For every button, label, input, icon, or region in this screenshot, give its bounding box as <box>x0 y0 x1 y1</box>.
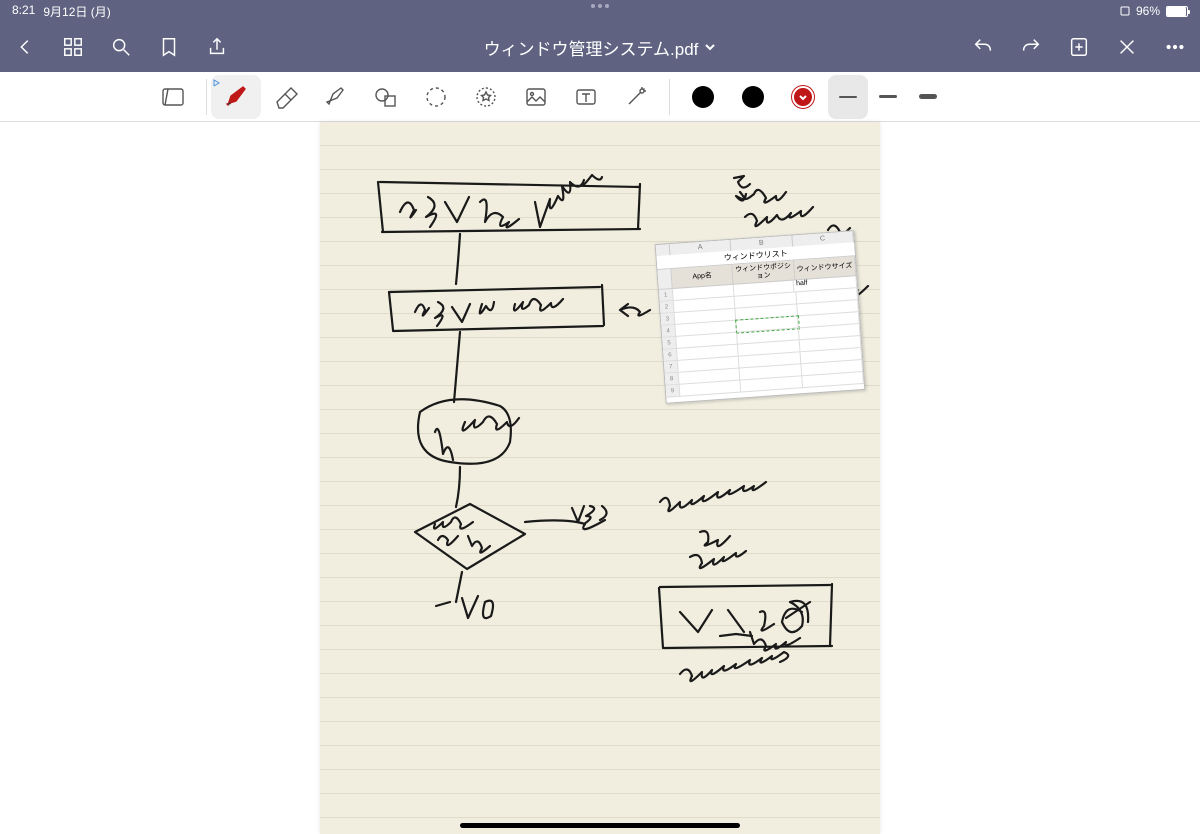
canvas-area[interactable]: A B C ウィンドウリスト App名 ウィンドウポジション ウィンドウサイズ … <box>0 122 1200 834</box>
image-tool[interactable] <box>511 75 561 119</box>
stroke-width-thick[interactable] <box>908 75 948 119</box>
close-button[interactable] <box>1116 36 1138 58</box>
document-title[interactable]: ウィンドウ管理システム.pdf <box>484 35 717 60</box>
handwriting-layer <box>320 122 880 834</box>
multitask-dots[interactable] <box>591 4 609 8</box>
share-button[interactable] <box>206 36 228 58</box>
color-3-selected[interactable] <box>778 75 828 119</box>
status-time: 8:21 <box>12 3 35 20</box>
more-button[interactable] <box>1164 36 1186 58</box>
page[interactable]: A B C ウィンドウリスト App名 ウィンドウポジション ウィンドウサイズ … <box>320 122 880 834</box>
orientation-lock-icon <box>1120 6 1130 16</box>
highlighter-tool[interactable] <box>311 75 361 119</box>
color-2[interactable] <box>728 75 778 119</box>
back-button[interactable] <box>14 36 36 58</box>
battery-percent: 96% <box>1136 4 1160 18</box>
home-indicator[interactable] <box>460 823 740 828</box>
add-page-button[interactable] <box>1068 36 1090 58</box>
bookmark-button[interactable] <box>158 36 180 58</box>
status-bar: 8:21 9月12日 (月) 96% <box>0 0 1200 22</box>
laser-tool[interactable] <box>611 75 661 119</box>
redo-button[interactable] <box>1020 36 1042 58</box>
color-1[interactable] <box>678 75 728 119</box>
status-date: 9月12日 (月) <box>43 3 110 20</box>
embedded-spreadsheet[interactable]: A B C ウィンドウリスト App名 ウィンドウポジション ウィンドウサイズ … <box>655 230 866 404</box>
title-bar: ウィンドウ管理システム.pdf <box>0 22 1200 72</box>
stroke-width-thin[interactable] <box>828 75 868 119</box>
battery-icon <box>1166 6 1188 17</box>
text-tool[interactable] <box>561 75 611 119</box>
lasso-tool[interactable] <box>411 75 461 119</box>
tool-bar <box>0 72 1200 122</box>
search-button[interactable] <box>110 36 132 58</box>
eraser-tool[interactable] <box>261 75 311 119</box>
bluetooth-icon <box>211 78 221 88</box>
shape-tool[interactable] <box>361 75 411 119</box>
undo-button[interactable] <box>972 36 994 58</box>
stroke-width-med[interactable] <box>868 75 908 119</box>
chevron-down-icon <box>704 41 716 53</box>
grid-view-button[interactable] <box>62 36 84 58</box>
read-mode-button[interactable] <box>148 75 198 119</box>
stamp-tool[interactable] <box>461 75 511 119</box>
